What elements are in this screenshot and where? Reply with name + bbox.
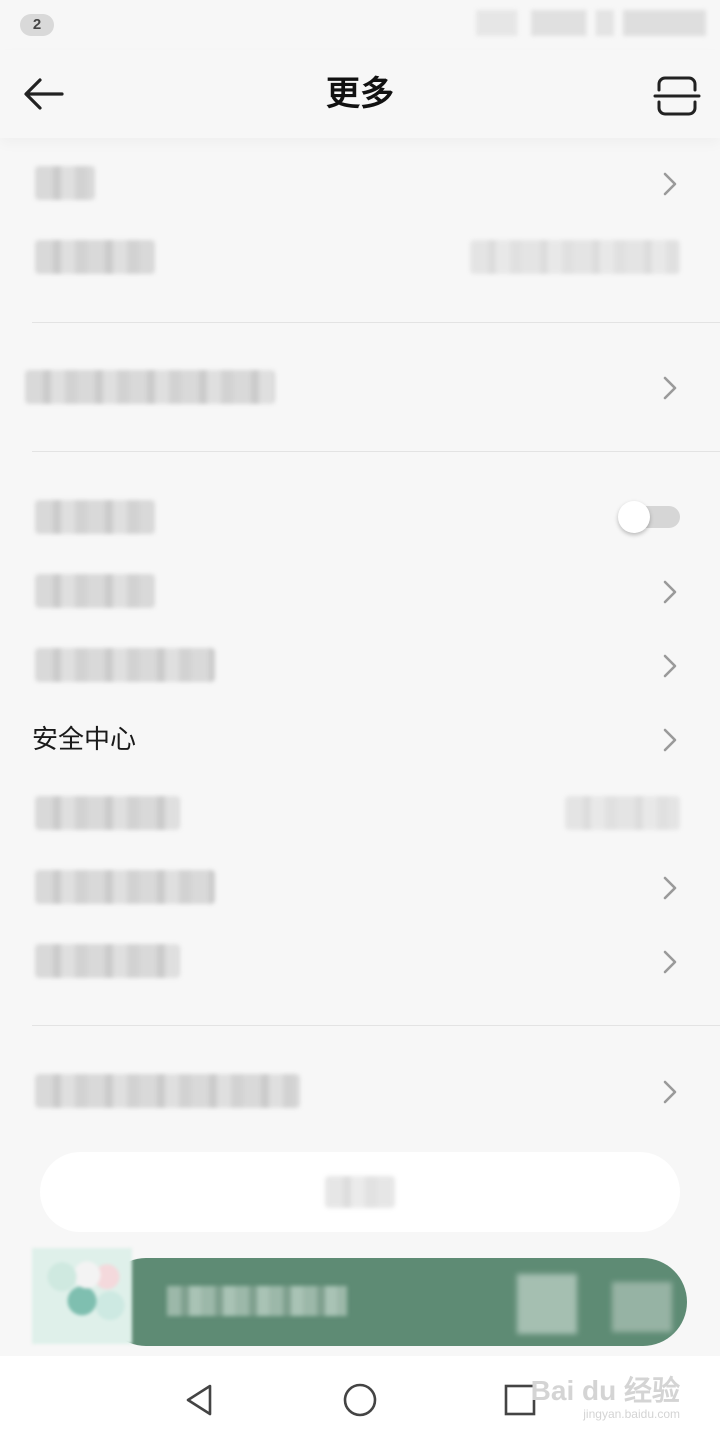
- notification-count-badge: 2: [20, 14, 54, 36]
- redacted-label: [35, 1074, 300, 1108]
- redacted-label: [325, 1176, 395, 1208]
- watermark-logo-text: Bai du 经验: [530, 1375, 680, 1406]
- nav-back-triangle-icon[interactable]: [180, 1380, 220, 1420]
- settings-row-security-center[interactable]: 安全中心: [0, 704, 720, 774]
- mini-player[interactable]: [32, 1248, 692, 1352]
- divider: [32, 451, 720, 452]
- page-title: 更多: [326, 74, 394, 114]
- security-center-label: 安全中心: [32, 725, 137, 755]
- settings-row-1[interactable]: [0, 148, 720, 218]
- settings-row-3[interactable]: [0, 352, 720, 422]
- song-title-redacted: [167, 1286, 347, 1316]
- watermark: Bai du 经验 jingyan.baidu.com: [531, 1376, 680, 1422]
- scan-icon: [653, 76, 701, 116]
- settings-row-2[interactable]: [0, 222, 720, 292]
- chevron-right-icon: [663, 1080, 677, 1104]
- divider: [32, 1025, 720, 1026]
- status-bar: 2: [0, 0, 720, 50]
- playlist-button[interactable]: [612, 1282, 672, 1332]
- status-icons-blurred: [476, 10, 706, 36]
- settings-row-toggle: [0, 482, 720, 552]
- chevron-right-icon: [663, 950, 677, 974]
- settings-toggle[interactable]: [618, 501, 682, 533]
- settings-row-10[interactable]: [0, 926, 720, 996]
- chevron-right-icon: [663, 172, 677, 196]
- bottom-action-button[interactable]: [40, 1152, 680, 1232]
- nav-home-circle-icon[interactable]: [340, 1380, 380, 1420]
- redacted-label: [35, 166, 95, 200]
- redacted-label: [35, 944, 180, 978]
- app-header: 更多: [0, 50, 720, 138]
- chevron-right-icon: [663, 728, 677, 752]
- redacted-label: [35, 870, 215, 904]
- redacted-label: [35, 574, 155, 608]
- chevron-right-icon: [663, 876, 677, 900]
- redacted-label: [25, 370, 275, 404]
- chevron-right-icon: [663, 376, 677, 400]
- settings-row-5[interactable]: [0, 556, 720, 626]
- album-cover[interactable]: [32, 1248, 132, 1344]
- redacted-label: [35, 796, 180, 830]
- settings-row-8[interactable]: [0, 778, 720, 848]
- settings-row-6[interactable]: [0, 630, 720, 700]
- scan-button[interactable]: [652, 72, 702, 120]
- settings-row-11[interactable]: [0, 1056, 720, 1126]
- redacted-value: [470, 240, 680, 274]
- system-nav-bar: Bai du 经验 jingyan.baidu.com: [0, 1356, 720, 1440]
- chevron-right-icon: [663, 580, 677, 604]
- redacted-label: [35, 240, 155, 274]
- watermark-url: jingyan.baidu.com: [583, 1407, 680, 1421]
- play-pause-button[interactable]: [517, 1274, 577, 1334]
- redacted-label: [35, 500, 155, 534]
- redacted-label: [35, 648, 215, 682]
- toggle-knob: [618, 501, 650, 533]
- redacted-value: [565, 796, 680, 830]
- settings-row-9[interactable]: [0, 852, 720, 922]
- chevron-right-icon: [663, 654, 677, 678]
- divider: [32, 322, 720, 323]
